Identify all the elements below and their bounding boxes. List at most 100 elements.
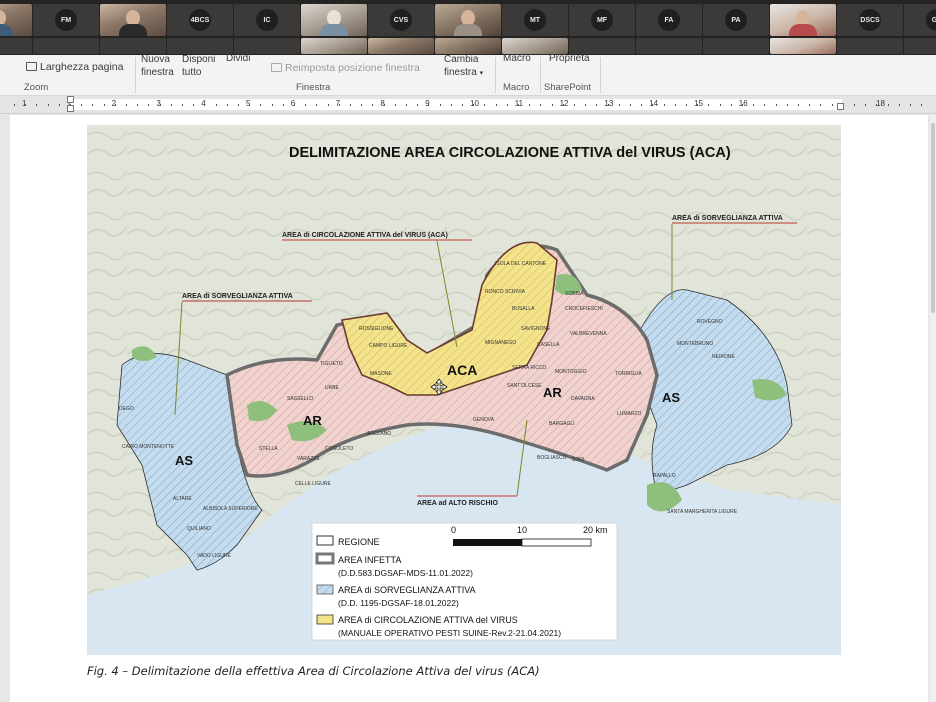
ruler-tick (664, 104, 665, 106)
participant-tile[interactable] (301, 4, 367, 36)
scale-bar-white (521, 538, 592, 547)
ruler-tick (81, 104, 82, 106)
participant-tile[interactable] (368, 38, 434, 54)
zone-label-as-east: AS (662, 390, 680, 405)
place-name: MONTEBRUNO (677, 341, 713, 347)
place-name: SASSELLO (287, 396, 313, 402)
properties-button[interactable]: Proprietà (549, 53, 590, 64)
ruler-tick (630, 104, 631, 106)
ruler-tick (540, 104, 541, 106)
participant-tile[interactable] (100, 38, 166, 54)
horizontal-ruler[interactable]: 11234567891011121314151618 (0, 96, 936, 114)
place-name: NEIRONE (712, 354, 735, 360)
ruler-tick (104, 104, 105, 106)
ruler-tick (25, 104, 26, 106)
ruler-tick (764, 104, 765, 106)
map-title: DELIMITAZIONE AREA CIRCOLAZIONE ATTIVA d… (289, 145, 731, 161)
left-indent-marker[interactable] (67, 96, 74, 103)
participant-tile[interactable] (100, 4, 166, 36)
document-page[interactable]: DELIMITAZIONE AREA CIRCOLAZIONE ATTIVA d… (10, 115, 928, 702)
right-indent-marker[interactable] (837, 103, 844, 110)
ruler-tick (832, 104, 833, 106)
ruler-number: 18 (876, 99, 885, 108)
new-window-button[interactable]: Nuova finestra (141, 53, 181, 79)
ruler-tick (171, 104, 172, 106)
participant-tile[interactable]: CVS (368, 4, 434, 36)
participant-tile[interactable] (837, 38, 903, 54)
participant-tile[interactable] (703, 38, 769, 54)
scale-tick-label: 20 km (583, 525, 608, 535)
ruler-tick (148, 104, 149, 106)
place-name: MIGNANEGO (485, 340, 516, 346)
participant-tile[interactable] (502, 38, 568, 54)
participant-tile[interactable]: IC (234, 4, 300, 36)
ruler-tick (697, 104, 698, 106)
map-figure: DELIMITAZIONE AREA CIRCOLAZIONE ATTIVA d… (87, 125, 841, 655)
ruler-tick (115, 104, 116, 106)
participant-tile[interactable] (33, 38, 99, 54)
participant-tile[interactable] (636, 38, 702, 54)
participant-tile[interactable]: FM (33, 4, 99, 36)
place-name: DEGO (119, 406, 134, 412)
ruler-tick (888, 104, 889, 106)
place-name: AREZANO (367, 431, 391, 437)
participant-tile[interactable]: GC (904, 4, 936, 36)
ruler-tick (440, 104, 441, 106)
place-name: RONCO SCRIVIA (485, 289, 526, 295)
participant-tile[interactable] (770, 38, 836, 54)
svg-text:AREA di SORVEGLIANZA ATTIVA: AREA di SORVEGLIANZA ATTIVA (672, 215, 783, 222)
place-name: TORRIGLIA (615, 371, 643, 377)
place-name: COGOLETO (325, 446, 353, 452)
ruler-tick (675, 104, 676, 106)
participant-tile[interactable]: PA (703, 4, 769, 36)
ruler-tick (283, 104, 284, 106)
participant-tile[interactable]: MF (569, 4, 635, 36)
split-button[interactable]: Dividi (226, 53, 250, 64)
participant-tile[interactable] (904, 38, 936, 54)
ruler-number: 15 (694, 99, 703, 108)
page-width-button[interactable]: Larghezza pagina (26, 61, 123, 73)
place-name: BUSALLA (512, 306, 535, 312)
legend-sub: (D.D.583.DGSAF-MDS-11.01.2022) (338, 568, 473, 578)
participant-tile[interactable] (301, 38, 367, 54)
participant-tile[interactable] (435, 4, 501, 36)
ruler-tick (249, 104, 250, 106)
participant-tile[interactable]: MT (502, 4, 568, 36)
sharepoint-group-label: SharePoint (544, 82, 592, 93)
reset-window-position-button[interactable]: Reimposta posizione finestra (271, 62, 420, 74)
ruler-tick (305, 104, 306, 106)
ruler-tick (227, 104, 228, 106)
zone-label-aca: ACA (447, 362, 477, 378)
legend-sub: (D.D. 1195-DGSAF-18.01.2022) (338, 598, 459, 608)
participant-tile[interactable] (435, 38, 501, 54)
switch-window-button[interactable]: Cambia finestra ▾ (444, 53, 488, 80)
ruler-number: 12 (559, 99, 569, 108)
place-name: GENOVA (473, 417, 495, 423)
participant-avatar: MT (524, 9, 546, 31)
participant-tile[interactable] (0, 4, 32, 36)
ruler-tick (204, 104, 205, 106)
place-name: VARAZZE (297, 456, 320, 462)
scale-tick-label: 10 (517, 525, 527, 535)
reset-position-icon (271, 63, 282, 72)
video-call-strip: FM 4BCS IC CVS MT MF FA PA DSCS GC (0, 0, 936, 55)
ruler-tick (451, 104, 452, 106)
hanging-indent-marker[interactable] (67, 105, 74, 112)
vertical-scrollbar[interactable] (930, 115, 936, 702)
ruler-tick (193, 104, 194, 106)
arrange-all-button[interactable]: Disponi tutto (182, 53, 218, 79)
ruler-tick (216, 104, 217, 106)
participant-tile[interactable] (234, 38, 300, 54)
macro-button[interactable]: Macro (503, 53, 531, 64)
participant-avatar: FM (55, 9, 77, 31)
participant-tile[interactable]: FA (636, 4, 702, 36)
participant-tile[interactable] (167, 38, 233, 54)
participant-tile[interactable] (770, 4, 836, 36)
participant-tile[interactable] (569, 38, 635, 54)
participant-tile[interactable] (0, 38, 32, 54)
participant-avatar: PA (725, 9, 747, 31)
participant-avatar: MF (591, 9, 613, 31)
participant-tile[interactable]: DSCS (837, 4, 903, 36)
scrollbar-thumb[interactable] (931, 123, 935, 313)
participant-tile[interactable]: 4BCS (167, 4, 233, 36)
